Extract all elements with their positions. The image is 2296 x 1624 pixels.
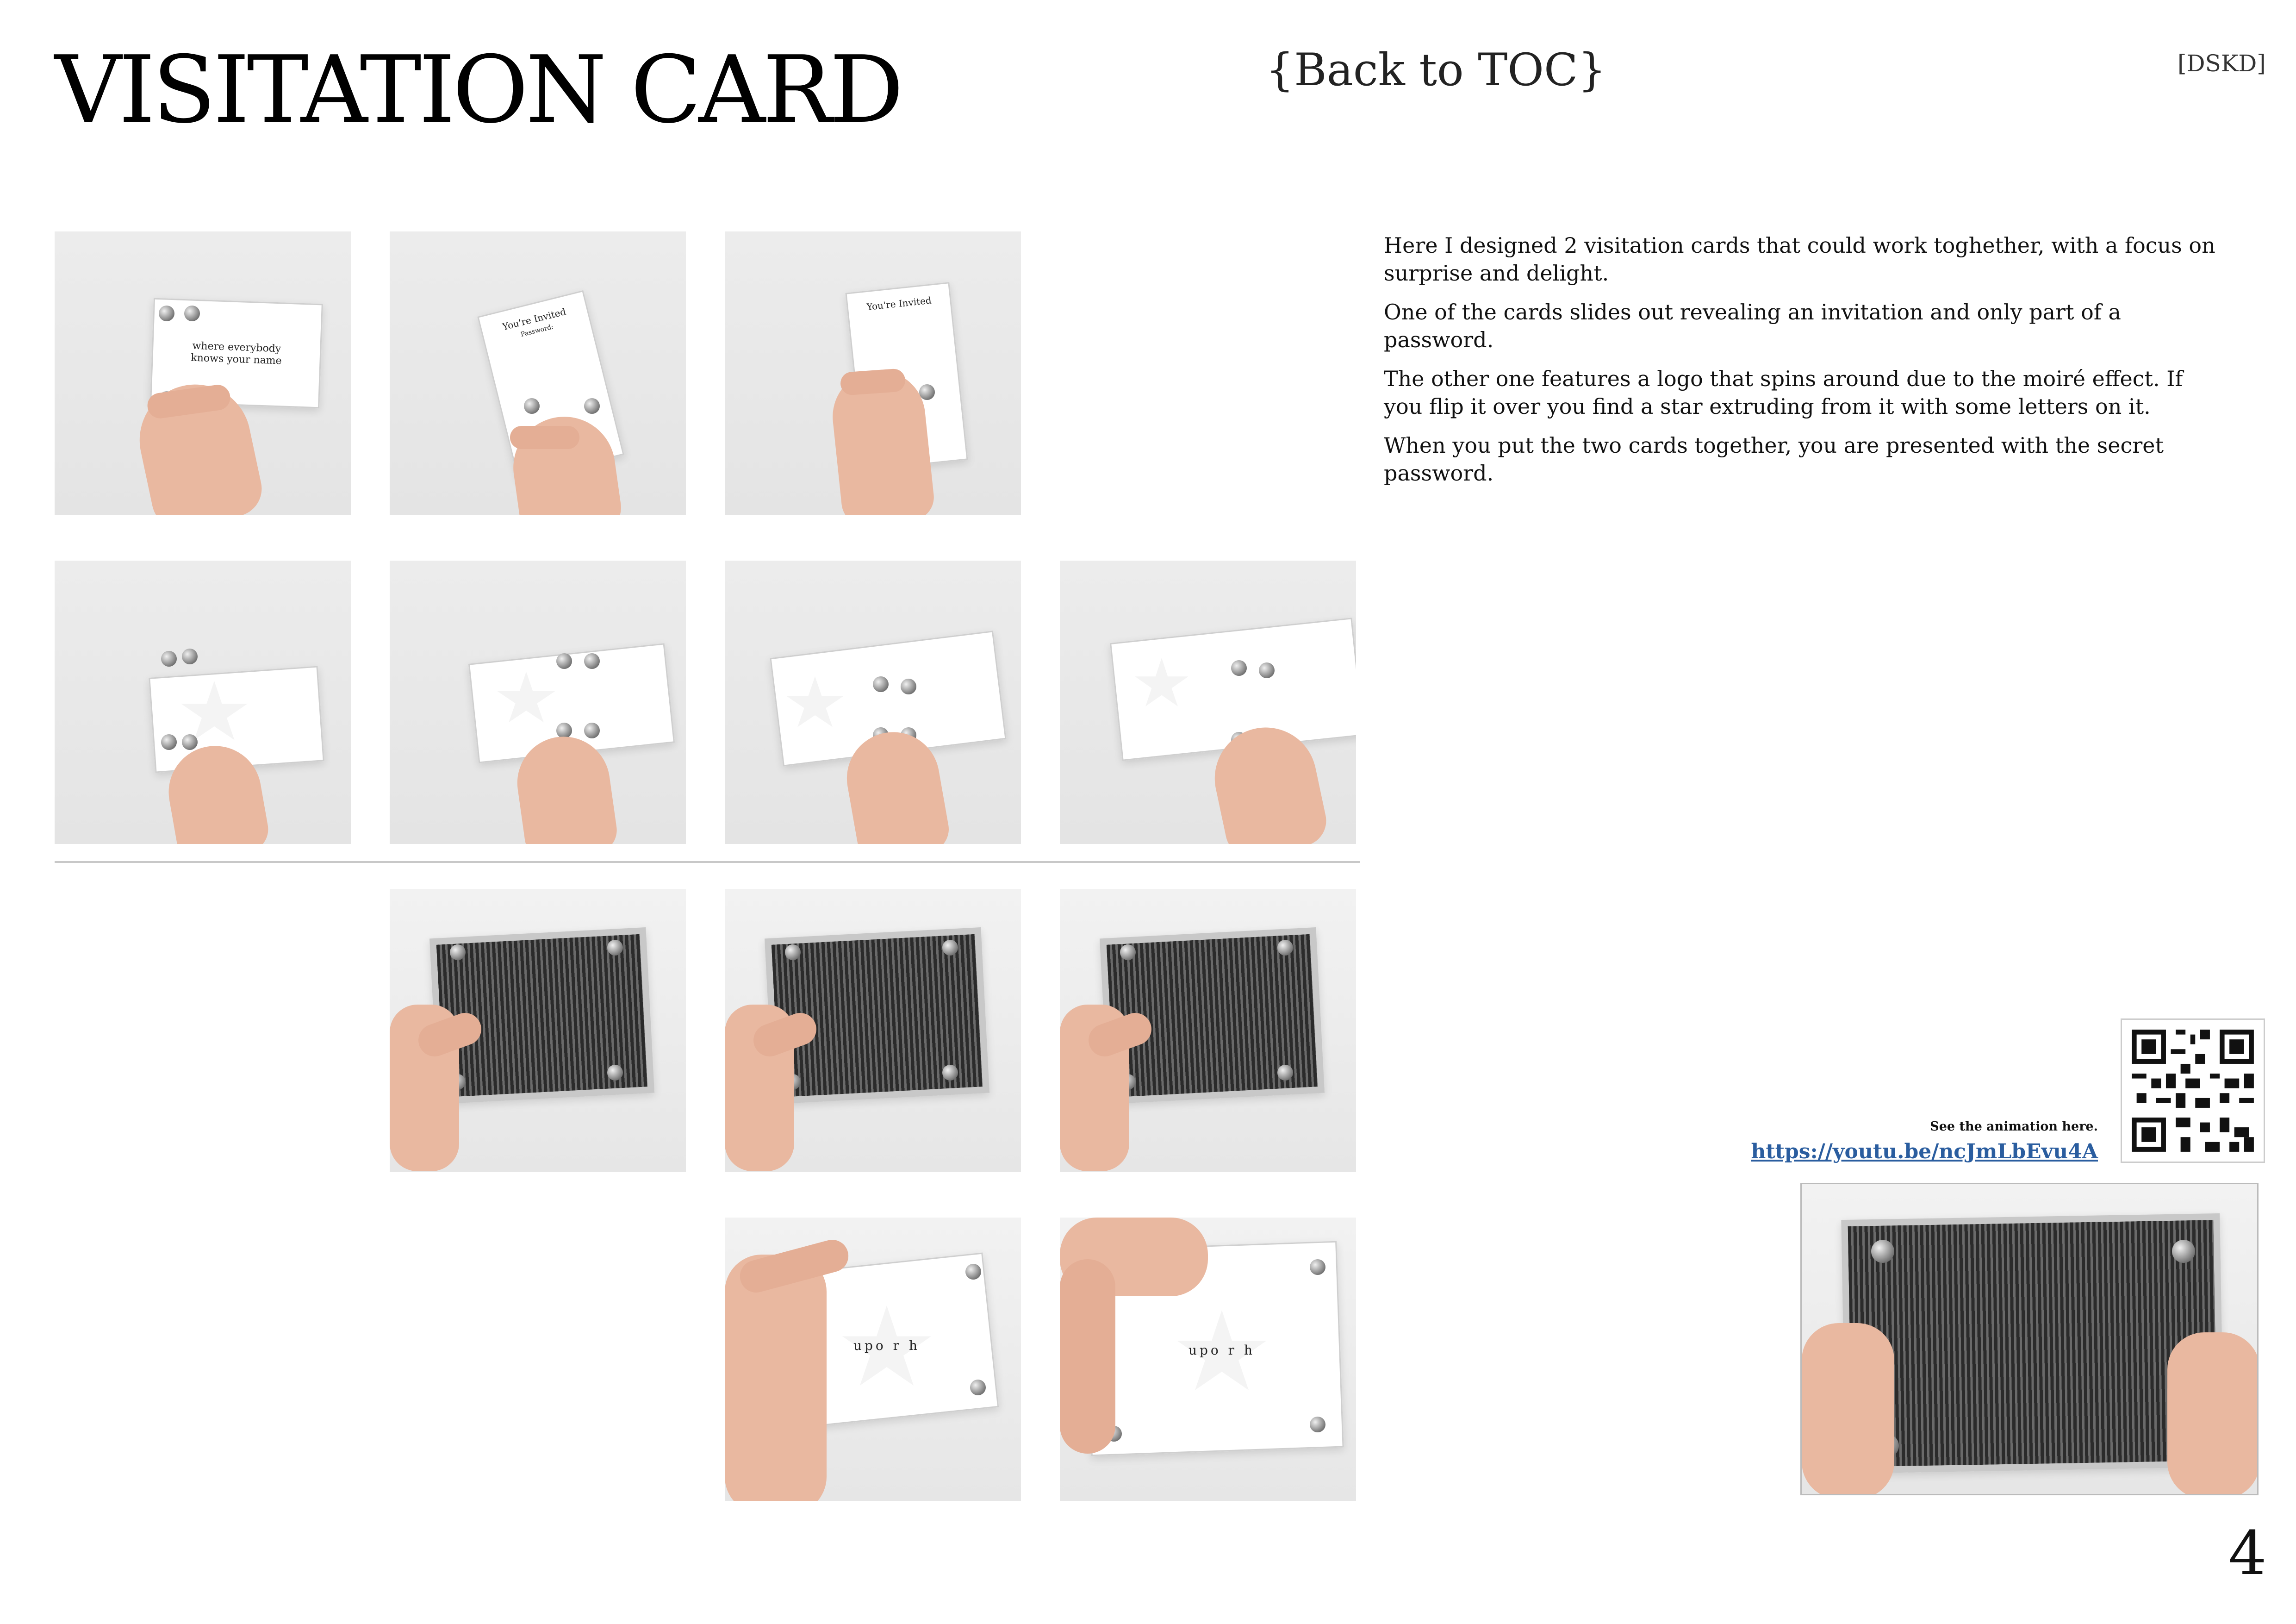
star-letters: upo r h bbox=[853, 1338, 921, 1353]
section-divider bbox=[55, 861, 1360, 863]
qr-code[interactable] bbox=[2121, 1018, 2265, 1163]
description-paragraph-4: When you put the two cards together, you… bbox=[1384, 433, 2164, 486]
animation-caption: See the animation here. bbox=[1930, 1119, 2098, 1134]
photo-star-card-4 bbox=[1060, 561, 1356, 844]
card-front-text: where everybody knows your name bbox=[190, 340, 282, 367]
photo-moire-card-1 bbox=[390, 889, 686, 1172]
description-paragraph-1: Here I designed 2 visitation cards that … bbox=[1384, 233, 2215, 286]
description-paragraph-3: The other one features a logo that spins… bbox=[1384, 366, 2183, 419]
photo-star-back-2: upo r h bbox=[1060, 1218, 1356, 1501]
photo-slide-card-open: You're Invited bbox=[725, 231, 1021, 515]
description-paragraph-2: One of the cards slides out revealing an… bbox=[1384, 300, 2121, 352]
photo-star-card-2 bbox=[390, 561, 686, 844]
page-number: 4 bbox=[2228, 1518, 2267, 1588]
photo-star-card-3 bbox=[725, 561, 1021, 844]
back-to-toc-link[interactable]: {Back to TOC} bbox=[1266, 44, 1606, 96]
page-title: VISITATION CARD bbox=[55, 36, 904, 144]
star-letters-2: upo r h bbox=[1188, 1343, 1256, 1358]
photo-moire-card-3 bbox=[1060, 889, 1356, 1172]
photo-star-back-1: upo r h bbox=[725, 1218, 1021, 1501]
qr-code-pattern bbox=[2122, 1020, 2264, 1162]
photo-slide-card-opening: You're Invited Password: bbox=[390, 231, 686, 515]
animation-link[interactable]: https://youtu.be/ncJmLbEvu4A bbox=[1751, 1140, 2098, 1163]
project-description: Here I designed 2 visitation cards that … bbox=[1384, 231, 2226, 498]
photo-slide-card-closed: where everybody knows your name bbox=[55, 231, 351, 515]
photo-star-card-1 bbox=[55, 561, 351, 844]
photo-moire-large bbox=[1800, 1183, 2259, 1495]
section-tag: [DSKD] bbox=[2178, 50, 2266, 77]
card-invite-text-2: You're Invited bbox=[866, 294, 932, 313]
photo-moire-card-2 bbox=[725, 889, 1021, 1172]
